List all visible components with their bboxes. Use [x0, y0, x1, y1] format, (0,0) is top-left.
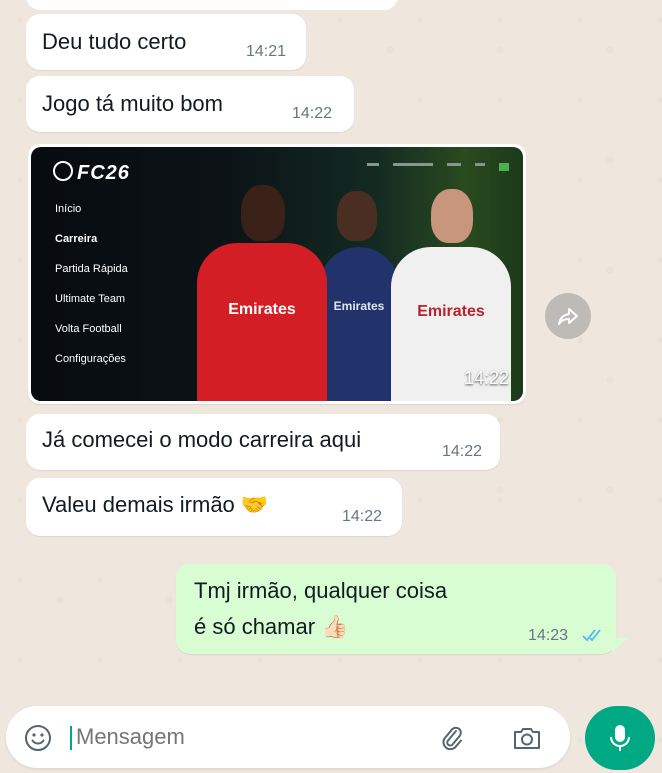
message-input[interactable]	[76, 724, 416, 750]
game-menu-item: Início	[55, 203, 82, 215]
voice-message-button[interactable]	[585, 706, 655, 770]
mic-icon	[610, 725, 630, 751]
incoming-message[interactable]: Valeu demais irmão 🤝 14:22	[26, 478, 402, 536]
game-top-menu	[367, 163, 509, 171]
message-time: 14:22	[292, 105, 333, 122]
incoming-message[interactable]: Deu tudo certo 14:21	[26, 14, 306, 70]
game-screenshot-image[interactable]: FC26 Início Carreira Partida Rápida Ulti…	[31, 147, 523, 401]
text-caret	[70, 726, 72, 750]
message-text: Já comecei o modo carreira aqui	[42, 427, 362, 452]
message-text: é só chamar 👍🏻	[194, 614, 349, 639]
outgoing-message[interactable]: Tmj irmão, qualquer coisa é só chamar 👍🏻…	[176, 564, 616, 654]
game-menu-item: Ultimate Team	[55, 293, 126, 305]
game-menu-item: Carreira	[55, 233, 98, 245]
partial-message-bubble	[26, 0, 398, 10]
image-message[interactable]: FC26 Início Carreira Partida Rápida Ulti…	[28, 144, 526, 404]
message-text: Tmj irmão, qualquer coisa	[194, 578, 448, 603]
emoji-icon[interactable]	[24, 724, 52, 752]
game-menu-list: Início Carreira Partida Rápida Ultimate …	[55, 203, 128, 383]
message-time: 14:22	[463, 368, 509, 388]
forward-icon	[558, 308, 578, 325]
incoming-message[interactable]: Jogo tá muito bom 14:22	[26, 76, 354, 132]
message-time: 14:22	[342, 508, 383, 525]
message-time: 14:21	[246, 43, 287, 60]
camera-icon[interactable]	[512, 725, 542, 751]
bubble-tail	[612, 638, 628, 652]
message-time: 14:23	[528, 627, 569, 644]
message-text: Jogo tá muito bom	[42, 91, 223, 116]
game-logo: FC26	[53, 161, 130, 185]
chat-area: Deu tudo certo 14:21 Jogo tá muito bom 1…	[0, 0, 662, 700]
message-text: Valeu demais irmão 🤝	[42, 492, 269, 517]
game-menu-item: Configurações	[55, 353, 126, 365]
attach-icon[interactable]	[440, 724, 464, 752]
message-composer[interactable]	[6, 706, 570, 768]
ball-icon	[53, 161, 73, 181]
message-time: 14:22	[442, 443, 483, 460]
incoming-message[interactable]: Já comecei o modo carreira aqui 14:22	[26, 414, 500, 470]
game-menu-item: Partida Rápida	[55, 263, 128, 275]
double-check-read-icon	[582, 629, 601, 642]
game-menu-item: Volta Football	[55, 323, 122, 335]
player-figure: Emirates	[319, 191, 399, 401]
message-text: Deu tudo certo	[42, 29, 187, 54]
player-figure: Emirates	[197, 185, 327, 401]
forward-button[interactable]	[545, 293, 591, 339]
